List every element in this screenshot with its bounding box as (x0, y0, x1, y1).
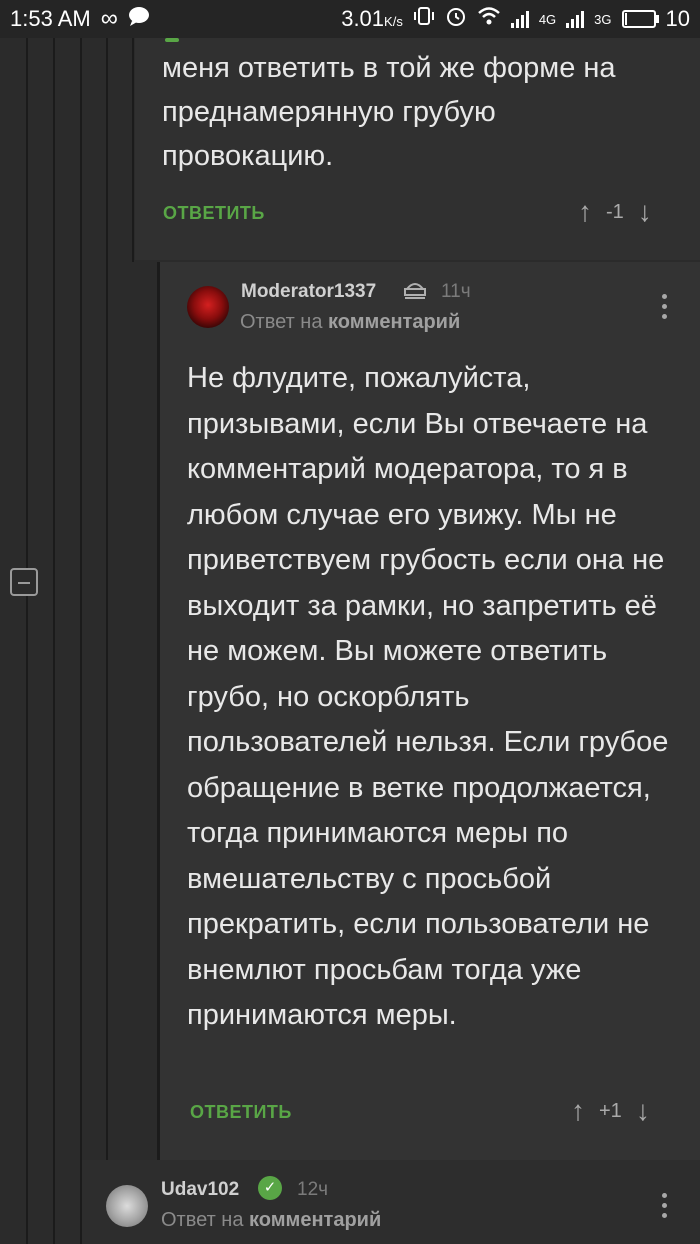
battery-icon (621, 10, 659, 28)
signal-icon (510, 10, 529, 28)
vote-controls: ↑ +1 ↓ (571, 1097, 650, 1125)
reply-target-link[interactable]: комментарий (249, 1209, 381, 1231)
network-speed: 3.01K/s (341, 6, 403, 31)
thread-line (53, 38, 55, 1244)
vibrate-icon (413, 6, 435, 32)
username[interactable]: Udav102 (161, 1179, 239, 1201)
reply-button[interactable]: ОТВЕТИТЬ (163, 203, 265, 224)
username[interactable]: Moderator1337 (241, 281, 376, 303)
reply-target-link[interactable]: комментарий (328, 311, 460, 333)
thread-line (80, 38, 82, 1168)
vote-controls: ↑ -1 ↓ (578, 198, 652, 226)
reply-button[interactable]: ОТВЕТИТЬ (190, 1102, 292, 1123)
alarm-icon (445, 5, 467, 33)
network-type-2: 3G (594, 11, 612, 27)
infinity-icon: ∞ (100, 5, 118, 32)
arrow-up-icon[interactable]: ↑ (571, 1097, 585, 1125)
more-vertical-icon[interactable] (662, 1193, 668, 1223)
arrow-up-icon[interactable]: ↑ (578, 198, 592, 226)
reply-to: Ответ на комментарий (161, 1209, 382, 1231)
arrow-down-icon[interactable]: ↓ (636, 1097, 650, 1125)
wifi-icon (477, 6, 501, 32)
collapse-minus-icon[interactable] (10, 568, 38, 596)
comment-score: -1 (606, 200, 624, 223)
avatar-edge (165, 38, 179, 42)
avatar[interactable] (187, 286, 229, 328)
comment-time: 12ч (297, 1179, 329, 1200)
status-bar: 1:53 AM ∞ 3.01K/s 4G 3G 10 (0, 0, 700, 38)
reply-to: Ответ на комментарий (240, 311, 461, 333)
more-vertical-icon[interactable] (662, 294, 668, 324)
battery-level: 10 (665, 6, 690, 31)
comment-text: меня ответить в той же форме на преднаме… (162, 52, 616, 172)
thread-line (80, 1160, 82, 1244)
check-icon: ✓ (258, 1176, 282, 1200)
moderator-badge-icon (403, 279, 427, 306)
status-time: 1:53 AM (10, 6, 91, 31)
comment-score: +1 (599, 1099, 622, 1122)
signal-icon-2 (566, 10, 585, 28)
thread-line (106, 38, 108, 1168)
avatar[interactable] (106, 1185, 148, 1227)
arrow-down-icon[interactable]: ↓ (638, 198, 652, 226)
chat-bubble-icon (128, 6, 150, 32)
thread-line (132, 38, 134, 262)
thread-line (26, 38, 28, 1244)
comment-time: 11ч (441, 281, 471, 302)
comment-text: Не флудите, пожалуйста, призывами, если … (187, 362, 669, 1031)
network-type-1: 4G (538, 11, 557, 27)
